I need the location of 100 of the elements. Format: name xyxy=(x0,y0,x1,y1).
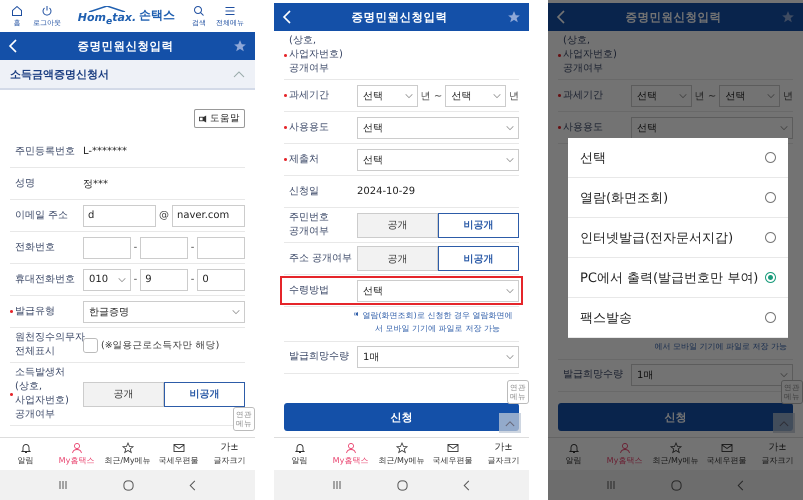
nav-item[interactable]: 최근/My메뉴 xyxy=(376,438,427,470)
nav-item[interactable]: 가± 글자크기 xyxy=(204,438,255,470)
toggle-option[interactable]: 비공개 xyxy=(438,246,519,271)
select-field[interactable]: 선택 xyxy=(631,116,793,138)
info-note: 열람(화면조회)로 신청한 경우 열람화면에서 모바일 기기에 파일로 저장 가능 xyxy=(362,310,513,335)
input-field[interactable]: d xyxy=(83,204,156,226)
field-label: (상호, 사업자번호) 공개여부 xyxy=(289,34,344,76)
input-field[interactable] xyxy=(83,236,131,258)
section-header[interactable]: 소득금액증명신청서 xyxy=(0,60,255,90)
toggle-option[interactable]: 비공개 xyxy=(164,382,245,406)
radio-button[interactable] xyxy=(765,312,776,323)
separator: - xyxy=(190,274,194,285)
field-value: 2024-10-29 xyxy=(357,186,416,197)
nav-item[interactable]: 국세우편물 xyxy=(701,438,752,470)
select-field[interactable]: 1매 xyxy=(631,364,793,386)
select-field[interactable]: 선택 xyxy=(357,84,418,106)
select-field[interactable]: 선택 xyxy=(357,116,519,138)
star-icon xyxy=(781,10,795,24)
nav-item[interactable]: 알림 xyxy=(0,438,51,470)
separator: 년 xyxy=(783,90,793,102)
nav-item[interactable]: My홈택스 xyxy=(51,438,102,470)
submit-button[interactable]: 신청 xyxy=(284,403,519,431)
back-button[interactable] xyxy=(556,10,566,24)
radio-button[interactable] xyxy=(765,272,776,283)
field-label: 발급유형 xyxy=(15,304,56,318)
field-label: 주소 공개여부 xyxy=(289,252,354,266)
nav-item[interactable]: 국세우편물 xyxy=(153,438,204,470)
toggle-option[interactable]: 공개 xyxy=(357,246,438,271)
select-field[interactable]: 선택 xyxy=(357,148,519,170)
field-label: 사용용도 xyxy=(289,120,330,134)
select-field[interactable]: 한글증명 xyxy=(83,300,245,322)
select-field[interactable]: 선택 xyxy=(631,84,692,106)
separator: 년 xyxy=(509,90,519,102)
font-size-icon: 가± xyxy=(768,442,787,454)
app-name: 손택스 xyxy=(139,7,176,24)
person-icon xyxy=(70,442,82,454)
bell-icon xyxy=(568,442,580,454)
toggle-option[interactable]: 비공개 xyxy=(438,212,519,238)
input-field[interactable]: 0 xyxy=(197,268,245,290)
nav-item[interactable]: 최근/My메뉴 xyxy=(102,438,153,470)
nav-item[interactable]: 알림 xyxy=(548,438,599,470)
separator: @ xyxy=(159,210,169,221)
select-field[interactable]: 선택 xyxy=(445,84,506,106)
scroll-top-button[interactable] xyxy=(499,413,521,433)
person-icon xyxy=(618,442,630,454)
favorite-button[interactable] xyxy=(233,39,247,53)
separator: - xyxy=(134,274,138,285)
select-field[interactable]: 선택 xyxy=(719,84,780,106)
input-field[interactable]: naver.com xyxy=(172,204,245,226)
page-title: 증명민원신청입력 xyxy=(78,38,174,54)
back-icon xyxy=(463,480,472,490)
select-field[interactable]: 선택 xyxy=(357,280,519,302)
input-field[interactable] xyxy=(197,236,245,258)
mail-icon xyxy=(720,442,732,454)
select-field[interactable]: 1매 xyxy=(357,346,519,368)
radio-button[interactable] xyxy=(765,192,776,203)
nav-item[interactable]: 국세우편물 xyxy=(427,438,478,470)
input-field[interactable]: 9 xyxy=(140,268,188,290)
bell-icon xyxy=(294,442,306,454)
option-label: 인터넷발급(전자문서지갑) xyxy=(580,230,734,246)
nav-item[interactable]: 가± 글자크기 xyxy=(752,438,803,470)
nav-item[interactable]: 가± 글자크기 xyxy=(478,438,529,470)
menu-icon xyxy=(224,4,236,16)
field-label: 제출처 xyxy=(289,152,320,166)
toggle-option[interactable]: 공개 xyxy=(357,212,438,238)
recent-apps-icon xyxy=(606,480,616,490)
back-icon xyxy=(8,39,18,53)
separator: 년 ~ xyxy=(420,90,442,102)
help-button[interactable]: 도움말 xyxy=(194,109,245,128)
scroll-top-button[interactable] xyxy=(773,413,795,433)
select-field[interactable]: 010 xyxy=(83,268,131,290)
page-title: 증명민원신청입력 xyxy=(626,10,722,24)
back-button[interactable] xyxy=(8,39,18,53)
option-label: 열람(화면조회) xyxy=(580,190,668,206)
radio-button[interactable] xyxy=(765,232,776,243)
star-icon xyxy=(396,442,408,454)
field-label: 주민번호 공개여부 xyxy=(289,211,330,239)
chevron-up-icon xyxy=(505,420,515,426)
section-title: 소득금액증명신청서 xyxy=(10,66,109,82)
font-size-icon: 가± xyxy=(494,442,513,454)
mail-icon xyxy=(446,442,458,454)
toggle-option[interactable]: 공개 xyxy=(83,382,164,406)
input-field[interactable] xyxy=(140,236,188,258)
field-label: 신청일 xyxy=(289,184,320,198)
separator: 년 ~ xyxy=(694,90,716,102)
nav-item[interactable]: My홈택스 xyxy=(325,438,376,470)
font-size-icon: 가± xyxy=(220,442,239,454)
chevron-up-icon xyxy=(779,420,789,426)
field-label: (상호, 사업자번호) 공개여부 xyxy=(563,34,618,76)
checkbox[interactable] xyxy=(83,338,98,352)
checkbox-label: (※일용근로소득자만 해당) xyxy=(101,338,220,352)
field-value: 정*** xyxy=(83,178,108,190)
star-icon xyxy=(670,442,682,454)
favorite-button[interactable] xyxy=(507,10,521,24)
nav-item[interactable]: 최근/My메뉴 xyxy=(650,438,701,470)
radio-button[interactable] xyxy=(765,152,776,163)
favorite-button[interactable] xyxy=(781,10,795,24)
back-icon xyxy=(737,480,746,490)
back-button[interactable] xyxy=(282,10,292,24)
nav-item[interactable]: 알림 xyxy=(274,438,325,470)
